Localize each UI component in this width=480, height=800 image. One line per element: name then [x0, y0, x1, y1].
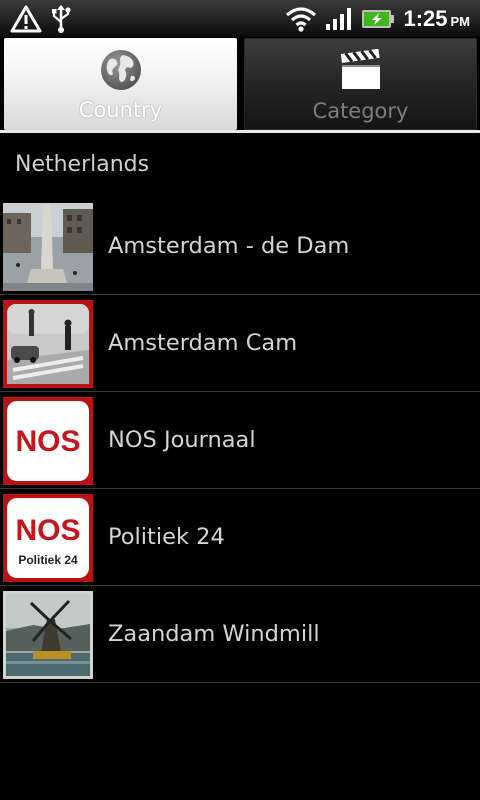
- list-item[interactable]: NOS Politiek 24 Politiek 24: [0, 489, 480, 586]
- usb-icon: [52, 5, 71, 33]
- signal-icon: [326, 8, 352, 30]
- list-item-label: NOS Journaal: [108, 427, 256, 453]
- nos-logo-thumbnail: NOS: [3, 397, 93, 485]
- list-item[interactable]: Amsterdam Cam: [0, 295, 480, 392]
- svg-text:NOS: NOS: [15, 514, 80, 547]
- list-item-label: Zaandam Windmill: [108, 621, 320, 647]
- status-bar: 1:25 PM: [0, 0, 480, 38]
- globe-icon: [100, 50, 141, 90]
- list-item-label: Politiek 24: [108, 524, 225, 550]
- section-header: Netherlands: [15, 152, 150, 177]
- clock-time: 1:25: [403, 6, 448, 31]
- tab-bar: Country Category: [0, 38, 480, 132]
- list-item-label: Amsterdam - de Dam: [108, 233, 350, 259]
- tab-category-label: Category: [312, 99, 409, 123]
- clock: 1:25 PM: [403, 6, 470, 32]
- status-bar-left: [10, 4, 72, 34]
- channel-list: Amsterdam - de Dam Amsterdam Cam NOS NOS…: [0, 198, 480, 683]
- wifi-icon: [286, 7, 317, 32]
- warning-icon: [10, 5, 42, 33]
- tab-category[interactable]: Category: [244, 38, 477, 130]
- clock-ampm: PM: [450, 14, 471, 29]
- dam-square-thumbnail: [3, 203, 93, 291]
- battery-charging-icon: [362, 10, 395, 28]
- svg-text:Politiek 24: Politiek 24: [18, 553, 78, 567]
- street-cam-thumbnail: [3, 300, 93, 388]
- clapperboard-icon: [340, 49, 380, 89]
- list-item[interactable]: Zaandam Windmill: [0, 586, 480, 683]
- windmill-thumbnail: [3, 591, 93, 679]
- svg-text:NOS: NOS: [15, 425, 80, 458]
- list-item-label: Amsterdam Cam: [108, 330, 298, 356]
- tab-country[interactable]: Country: [4, 38, 237, 130]
- tab-country-label: Country: [78, 98, 163, 122]
- status-bar-right: 1:25 PM: [285, 4, 470, 34]
- tab-divider: [0, 130, 480, 133]
- list-item[interactable]: NOS NOS Journaal: [0, 392, 480, 489]
- list-item[interactable]: Amsterdam - de Dam: [0, 198, 480, 295]
- nos-politiek-logo-thumbnail: NOS Politiek 24: [3, 494, 93, 582]
